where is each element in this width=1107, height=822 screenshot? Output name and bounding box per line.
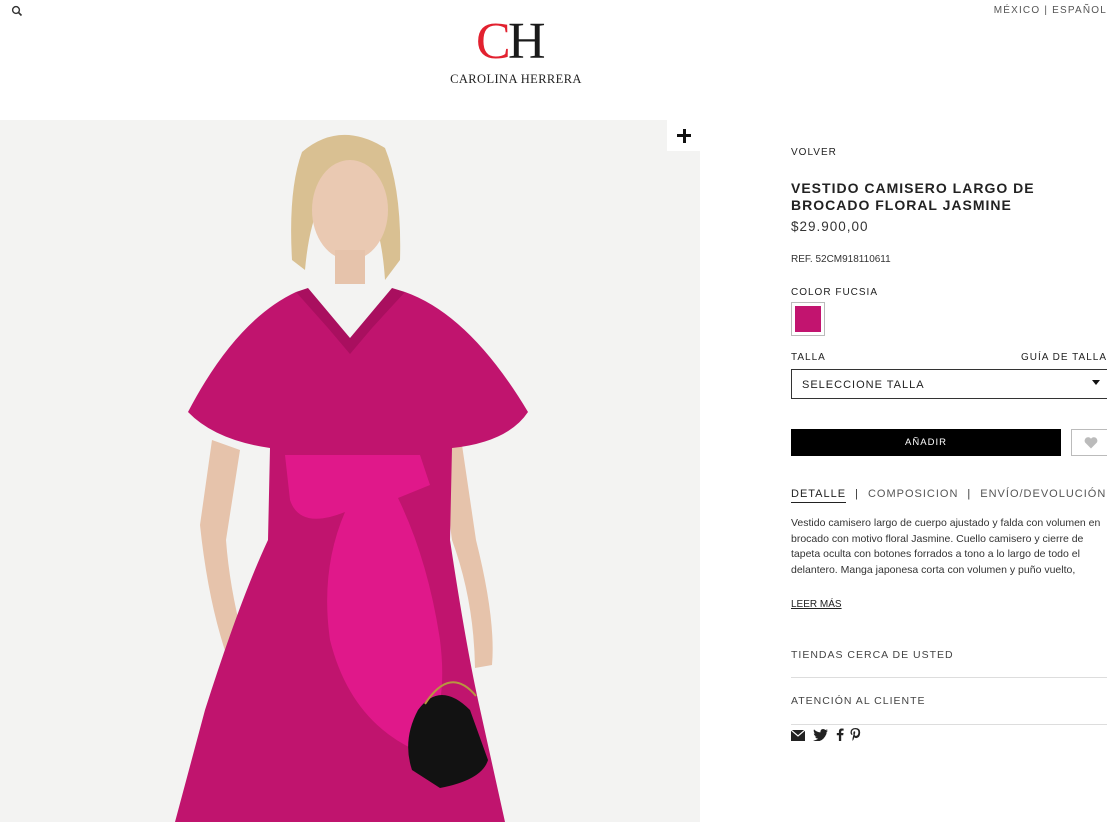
ch-monogram: C H bbox=[476, 14, 546, 64]
twitter-icon[interactable] bbox=[813, 728, 828, 746]
search-icon[interactable] bbox=[11, 5, 23, 17]
product-title: VESTIDO CAMISERO LARGO DE BROCADO FLORAL… bbox=[791, 180, 1035, 213]
product-info-panel: VOLVER VESTIDO CAMISERO LARGO DE BROCADO… bbox=[790, 0, 1107, 822]
divider bbox=[791, 677, 1107, 678]
tab-detalle[interactable]: DETALLE bbox=[791, 488, 847, 503]
product-tabs: DETALLE | COMPOSICION | ENVÍO/DEVOLUCIÓN bbox=[791, 488, 1106, 503]
svg-text:H: H bbox=[508, 14, 546, 64]
read-more-link[interactable]: LEER MÁS bbox=[791, 599, 842, 610]
product-price: $29.900,00 bbox=[791, 219, 869, 234]
svg-text:C: C bbox=[476, 14, 511, 64]
chevron-down-icon bbox=[1092, 380, 1100, 385]
size-label: TALLA bbox=[791, 352, 826, 363]
add-to-cart-button[interactable]: AÑADIR bbox=[791, 429, 1061, 456]
product-reference: REF. 52CM918110611 bbox=[791, 254, 891, 265]
facebook-icon[interactable] bbox=[836, 728, 844, 746]
size-guide-link[interactable]: GUÍA DE TALLAS bbox=[1021, 352, 1107, 363]
size-select[interactable]: SELECCIONE TALLA bbox=[791, 369, 1107, 399]
tab-composicion[interactable]: COMPOSICION bbox=[868, 488, 958, 500]
swatch-fill bbox=[795, 306, 821, 332]
tab-separator: | bbox=[855, 488, 859, 500]
color-swatch-fucsia[interactable] bbox=[791, 302, 825, 336]
back-link[interactable]: VOLVER bbox=[791, 147, 837, 158]
product-description: Vestido camisero largo de cuerpo ajustad… bbox=[791, 517, 1101, 576]
stores-near-you-link[interactable]: TIENDAS CERCA DE USTED bbox=[791, 649, 1107, 661]
pinterest-icon[interactable] bbox=[850, 728, 861, 746]
heart-icon bbox=[1084, 437, 1098, 449]
product-image[interactable] bbox=[0, 120, 700, 822]
zoom-button[interactable] bbox=[667, 120, 700, 151]
customer-service-link[interactable]: ATENCIÓN AL CLIENTE bbox=[791, 695, 1107, 707]
divider bbox=[791, 724, 1107, 725]
color-label: COLOR FUCSIA bbox=[791, 287, 879, 298]
brand-name: CAROLINA HERRERA bbox=[450, 72, 582, 86]
brand-logo[interactable]: C H CAROLINA HERRERA bbox=[440, 14, 592, 88]
tab-separator: | bbox=[967, 488, 972, 500]
email-icon[interactable] bbox=[790, 728, 806, 746]
wishlist-button[interactable] bbox=[1071, 429, 1107, 456]
tab-envio-devolucion[interactable]: ENVÍO/DEVOLUCIÓN bbox=[980, 488, 1106, 500]
